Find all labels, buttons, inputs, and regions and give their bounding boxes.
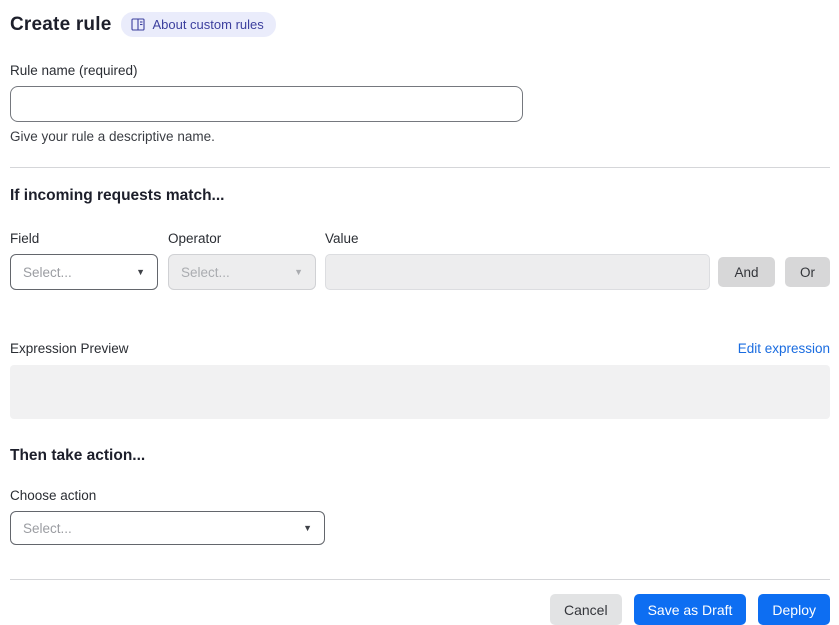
operator-select[interactable]: Select... ▼: [168, 254, 316, 290]
field-label: Field: [10, 231, 40, 246]
about-custom-rules-badge[interactable]: About custom rules: [121, 12, 276, 37]
field-select[interactable]: Select... ▼: [10, 254, 158, 290]
or-button[interactable]: Or: [785, 257, 830, 287]
choose-action-value: Select...: [23, 520, 72, 536]
match-section-heading: If incoming requests match...: [10, 187, 225, 204]
operator-select-value: Select...: [181, 264, 230, 280]
match-condition-row: Field Select... ▼ Operator Select... ▼ V…: [10, 231, 830, 290]
deploy-button[interactable]: Deploy: [758, 594, 830, 625]
value-input[interactable]: [325, 254, 710, 290]
section-divider: [10, 167, 830, 168]
chevron-down-icon: ▼: [294, 266, 303, 277]
value-column: Value: [325, 231, 710, 290]
rule-name-group: Rule name (required) Give your rule a de…: [10, 63, 830, 144]
value-label: Value: [325, 231, 359, 246]
operator-label: Operator: [168, 231, 222, 246]
badge-label: About custom rules: [152, 17, 264, 32]
and-or-group: And Or: [718, 257, 830, 290]
page-header: Create rule About custom rules: [10, 12, 830, 37]
field-column: Field Select... ▼: [10, 231, 158, 290]
expression-header: Expression Preview Edit expression: [10, 341, 830, 356]
field-select-value: Select...: [23, 264, 72, 280]
choose-action-select[interactable]: Select... ▼: [10, 511, 325, 545]
rule-name-input[interactable]: [10, 86, 523, 122]
page-title: Create rule: [10, 13, 112, 35]
and-button[interactable]: And: [718, 257, 775, 287]
choose-action-label: Choose action: [10, 488, 97, 503]
save-as-draft-button[interactable]: Save as Draft: [633, 594, 747, 625]
operator-column: Operator Select... ▼: [168, 231, 316, 290]
edit-expression-link[interactable]: Edit expression: [738, 341, 830, 356]
footer-actions: Cancel Save as Draft Deploy: [10, 594, 830, 625]
expression-preview-label: Expression Preview: [10, 341, 129, 356]
chevron-down-icon: ▼: [303, 522, 312, 533]
create-rule-page: Create rule About custom rules Rule name…: [0, 0, 839, 625]
rule-name-helper: Give your rule a descriptive name.: [10, 129, 215, 144]
cancel-button[interactable]: Cancel: [549, 594, 622, 625]
footer-divider: [10, 579, 830, 580]
expression-preview-box: [10, 365, 830, 419]
book-icon: [131, 18, 146, 31]
rule-name-label: Rule name (required): [10, 63, 138, 78]
chevron-down-icon: ▼: [136, 266, 145, 277]
action-section-heading: Then take action...: [10, 447, 146, 464]
